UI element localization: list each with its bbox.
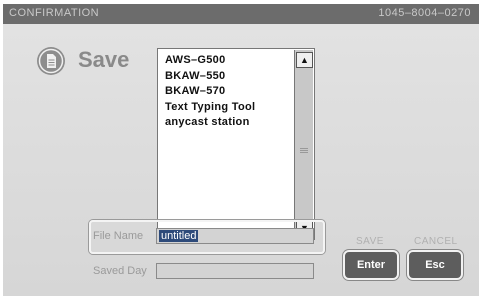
scroll-thumb[interactable] <box>295 68 313 220</box>
cancel-caption: CANCEL <box>414 236 458 247</box>
save-caption: SAVE <box>356 236 384 247</box>
list-item[interactable]: Text Typing Tool <box>165 100 255 116</box>
file-name-label: File Name <box>93 230 144 242</box>
list-item[interactable]: AWS–G500 <box>165 53 255 69</box>
confirmation-screen: CONFIRMATION 1045–8004–0270 Save AWS–G50… <box>0 0 482 300</box>
file-name-value: untitled <box>159 230 199 242</box>
scroll-grip-icon <box>300 148 308 154</box>
window-code: 1045–8004–0270 <box>378 7 471 19</box>
list-item[interactable]: anycast station <box>165 115 255 131</box>
save-heading: Save <box>78 47 130 72</box>
scroll-up-button[interactable]: ▲ <box>296 52 313 68</box>
document-icon <box>36 46 66 76</box>
saved-day-label: Saved Day <box>93 265 147 277</box>
enter-button[interactable]: Enter <box>343 250 399 280</box>
file-name-input[interactable]: untitled <box>156 228 314 244</box>
esc-button[interactable]: Esc <box>407 250 463 280</box>
list-item[interactable]: BKAW–550 <box>165 69 255 85</box>
list-scrollbar[interactable]: ▲ ▼ <box>294 50 313 238</box>
window-title: CONFIRMATION <box>9 7 100 19</box>
dialog-panel: Save AWS–G500 BKAW–550 BKAW–570 Text Typ… <box>3 24 479 296</box>
saved-day-field <box>156 263 314 279</box>
file-listbox[interactable]: AWS–G500 BKAW–550 BKAW–570 Text Typing T… <box>157 48 315 240</box>
list-item[interactable]: BKAW–570 <box>165 84 255 100</box>
title-bar: CONFIRMATION 1045–8004–0270 <box>3 4 479 24</box>
file-list: AWS–G500 BKAW–550 BKAW–570 Text Typing T… <box>165 53 255 131</box>
